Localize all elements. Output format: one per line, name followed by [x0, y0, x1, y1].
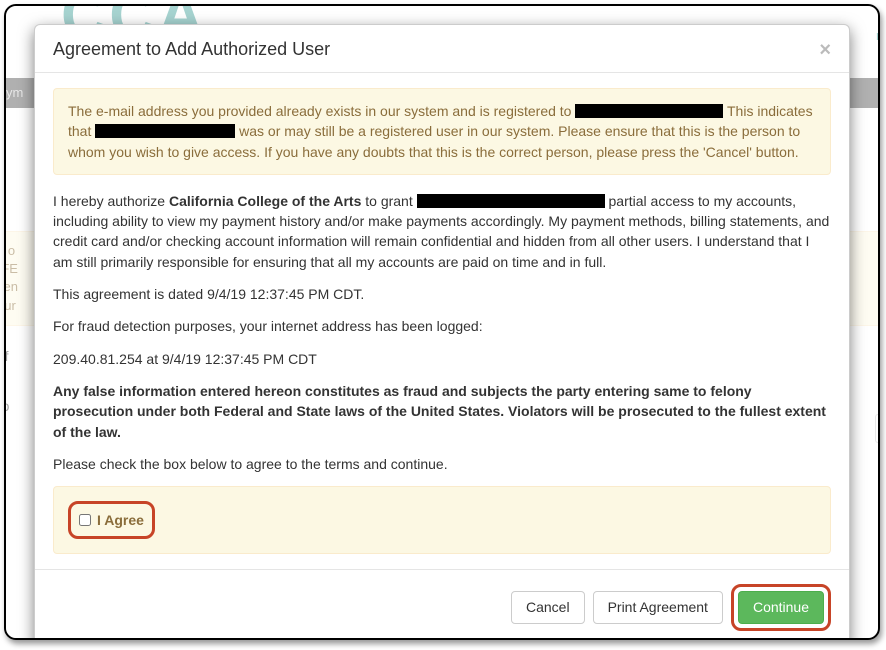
agreement-modal: Agreement to Add Authorized User × The e… — [34, 24, 850, 640]
please-check-instruction: Please check the box below to agree to t… — [53, 454, 831, 474]
continue-highlight: Continue — [731, 584, 831, 631]
existing-email-alert: The e-mail address you provided already … — [53, 88, 831, 175]
fraud-intro-line: For fraud detection purposes, your inter… — [53, 316, 831, 336]
agreement-date-line: This agreement is dated 9/4/19 12:37:45 … — [53, 284, 831, 304]
cancel-button[interactable]: Cancel — [511, 591, 585, 624]
redacted-email — [575, 104, 723, 118]
ip-address-line: 209.40.81.254 at 9/4/19 12:37:45 PM CDT — [53, 349, 831, 369]
screenshot-frame: CCA ns: A ym ri Us e o (FE sen our ts ar… — [4, 4, 880, 640]
legal-warning: Any false information entered hereon con… — [53, 381, 831, 442]
institution-name: California College of the Arts — [169, 193, 361, 209]
agree-highlight: I Agree — [68, 501, 155, 539]
modal-body: The e-mail address you provided already … — [35, 73, 849, 569]
redacted-name-1 — [95, 124, 235, 138]
modal-header: Agreement to Add Authorized User × — [35, 25, 849, 73]
alert-text-prefix: The e-mail address you provided already … — [68, 103, 575, 119]
agree-label[interactable]: I Agree — [97, 510, 144, 530]
modal-footer: Cancel Print Agreement Continue — [35, 569, 849, 640]
agree-checkbox[interactable] — [79, 514, 91, 526]
authorization-paragraph: I hereby authorize California College of… — [53, 191, 831, 272]
agree-panel: I Agree — [53, 486, 831, 554]
print-agreement-button[interactable]: Print Agreement — [593, 591, 723, 624]
modal-title: Agreement to Add Authorized User — [53, 39, 330, 60]
continue-button[interactable]: Continue — [738, 591, 824, 624]
redacted-name-2 — [417, 194, 605, 208]
close-icon[interactable]: × — [819, 40, 831, 60]
